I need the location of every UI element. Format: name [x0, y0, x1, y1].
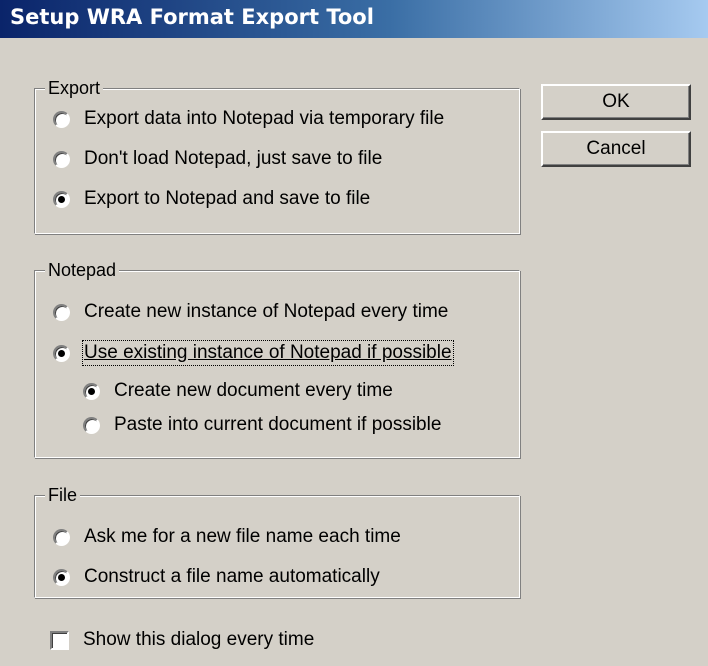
radio-label: Export to Notepad and save to file	[84, 188, 371, 209]
export-group: Export Export data into Notepad via temp…	[34, 76, 520, 234]
checkbox-unchecked-icon[interactable]	[50, 630, 69, 650]
radio-label: Create new instance of Notepad every tim…	[84, 301, 449, 322]
notepad-group-label: Notepad	[45, 258, 120, 282]
radio-button-icon	[83, 416, 100, 434]
radio-notepad-new-instance[interactable]: Create new instance of Notepad every tim…	[53, 299, 448, 325]
radio-notepad-existing-instance[interactable]: Use existing instance of Notepad if poss…	[53, 340, 454, 366]
radio-label: Paste into current document if possible	[114, 414, 442, 435]
radio-button-checked-icon	[83, 382, 100, 400]
radio-label: Don't load Notepad, just save to file	[84, 148, 383, 169]
radio-label: Ask me for a new file name each time	[84, 526, 401, 547]
radio-export-save-only[interactable]: Don't load Notepad, just save to file	[53, 146, 382, 172]
ok-button[interactable]: OK	[541, 84, 691, 120]
radio-button-icon	[53, 528, 70, 546]
radio-ask-file-name[interactable]: Ask me for a new file name each time	[53, 524, 401, 550]
window-title: Setup WRA Format Export Tool	[10, 5, 374, 29]
cancel-button[interactable]: Cancel	[541, 131, 691, 167]
radio-button-icon	[53, 150, 70, 168]
file-group-label: File	[45, 483, 81, 507]
checkbox-label: Show this dialog every time	[83, 629, 315, 650]
radio-export-temporary-file[interactable]: Export data into Notepad via temporary f…	[53, 106, 444, 132]
show-dialog-checkbox-row[interactable]: Show this dialog every time	[50, 627, 314, 653]
notepad-group: Notepad Create new instance of Notepad e…	[34, 258, 520, 458]
radio-button-checked-icon	[53, 190, 70, 208]
radio-label: Use existing instance of Notepad if poss…	[82, 340, 454, 366]
radio-button-icon	[53, 110, 70, 128]
radio-new-document[interactable]: Create new document every time	[83, 378, 393, 404]
radio-button-checked-icon	[53, 568, 70, 586]
radio-paste-current-document[interactable]: Paste into current document if possible	[83, 412, 441, 438]
title-bar[interactable]: Setup WRA Format Export Tool	[0, 0, 708, 38]
radio-construct-file-name[interactable]: Construct a file name automatically	[53, 564, 380, 590]
radio-label: Create new document every time	[114, 380, 393, 401]
radio-label: Export data into Notepad via temporary f…	[84, 108, 445, 129]
radio-label: Construct a file name automatically	[84, 566, 380, 587]
file-group: File Ask me for a new file name each tim…	[34, 483, 520, 598]
setup-dialog: Setup WRA Format Export Tool Export Expo…	[0, 0, 708, 666]
radio-export-notepad-and-save[interactable]: Export to Notepad and save to file	[53, 186, 370, 212]
radio-button-checked-icon	[53, 344, 70, 362]
export-group-label: Export	[45, 76, 104, 100]
radio-button-icon	[53, 303, 70, 321]
